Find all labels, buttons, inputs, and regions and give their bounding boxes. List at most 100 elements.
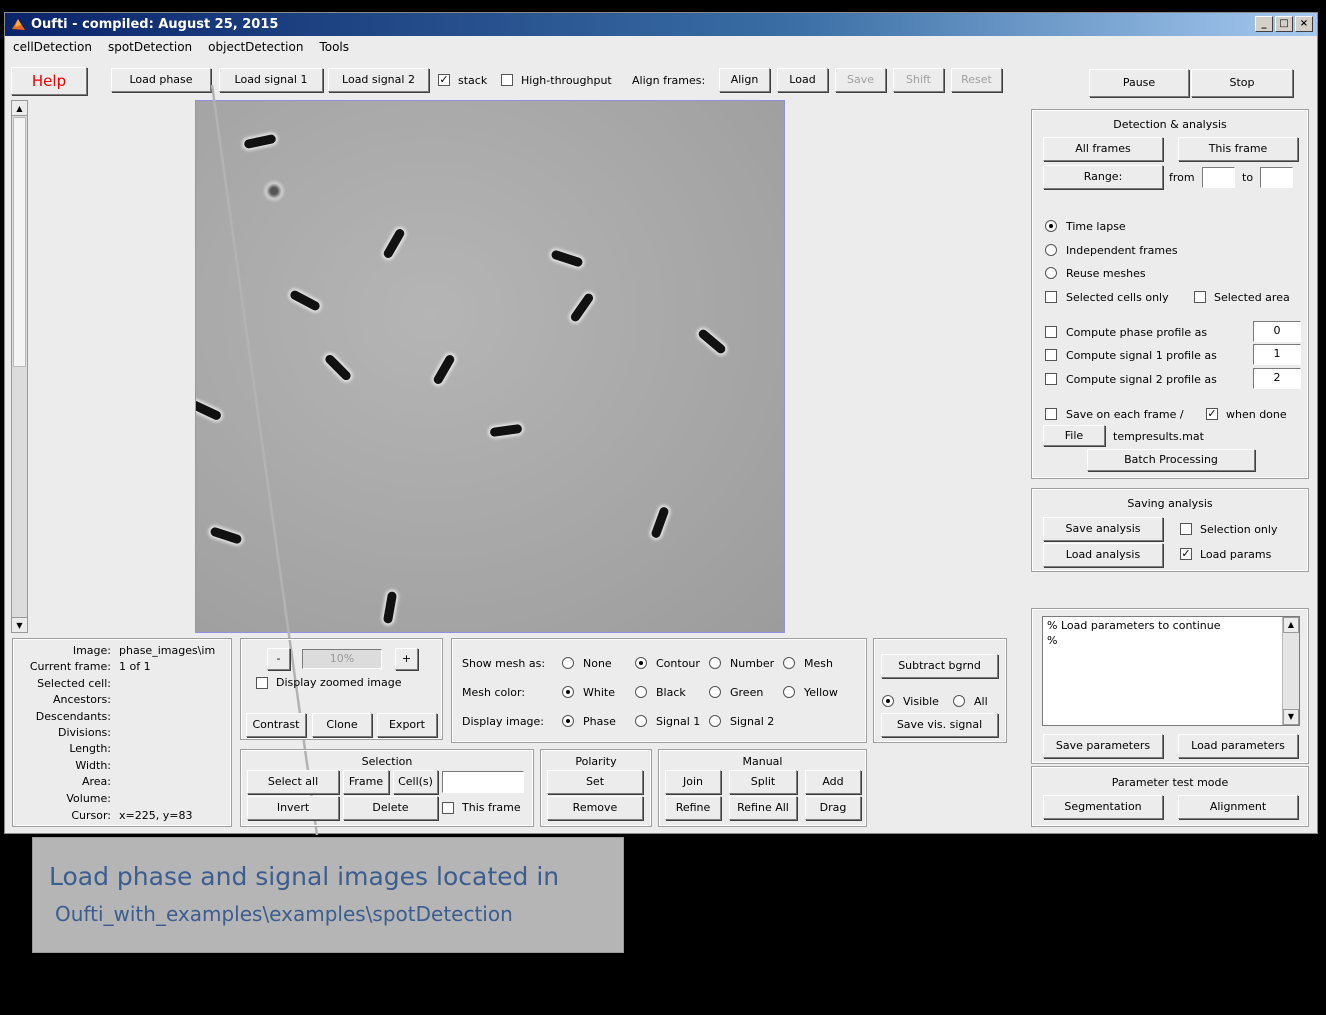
range-to-input[interactable] — [1260, 167, 1293, 188]
cursor-value: x=225, y=83 — [119, 809, 193, 822]
signal1-profile-checkbox[interactable] — [1045, 349, 1057, 361]
drag-button[interactable]: Drag — [805, 796, 861, 820]
polarity-remove-button[interactable]: Remove — [547, 796, 643, 820]
when-done-label: when done — [1226, 408, 1287, 421]
load-params-label: Load params — [1200, 548, 1272, 561]
time-lapse-radio[interactable] — [1045, 220, 1057, 232]
this-frame-checkbox[interactable] — [442, 802, 454, 814]
show-mesh-label: Show mesh as: — [462, 657, 546, 670]
polarity-set-button[interactable]: Set — [547, 770, 643, 794]
cells-button[interactable]: Cell(s) — [393, 770, 438, 794]
width-label: Width: — [75, 759, 111, 772]
when-done-checkbox[interactable]: ✓ — [1206, 408, 1218, 420]
display-image-label: Display image: — [462, 715, 545, 728]
image-value: phase_images\im — [119, 644, 216, 657]
visible-radio[interactable] — [882, 695, 894, 707]
mesh-contour-label: Contour — [656, 657, 700, 670]
save-vis-signal-button[interactable]: Save vis. signal — [881, 713, 998, 737]
add-button[interactable]: Add — [805, 770, 861, 794]
load-params-checkbox[interactable]: ✓ — [1180, 548, 1192, 560]
phase-profile-checkbox[interactable] — [1045, 326, 1057, 338]
this-frame-label: This frame — [462, 801, 521, 814]
zoom-level-field[interactable]: 10% — [302, 649, 382, 669]
this-frame-button[interactable]: This frame — [1178, 137, 1298, 161]
mesh-number-radio[interactable] — [709, 657, 721, 669]
display-phase-radio[interactable] — [562, 715, 574, 727]
color-black-radio[interactable] — [635, 686, 647, 698]
independent-frames-label: Independent frames — [1066, 244, 1178, 257]
all-frames-button[interactable]: All frames — [1043, 137, 1163, 161]
selected-area-label: Selected area — [1214, 291, 1290, 304]
join-button[interactable]: Join — [665, 770, 721, 794]
subtract-bgrnd-button[interactable]: Subtract bgrnd — [881, 654, 998, 678]
display-signal2-radio[interactable] — [709, 715, 721, 727]
color-black-label: Black — [656, 686, 686, 699]
signal1-profile-input[interactable]: 1 — [1253, 344, 1301, 365]
reuse-meshes-label: Reuse meshes — [1066, 267, 1146, 280]
save-parameters-button[interactable]: Save parameters — [1043, 734, 1163, 758]
range-from-input[interactable] — [1202, 167, 1235, 188]
color-green-radio[interactable] — [709, 686, 721, 698]
load-parameters-button[interactable]: Load parameters — [1178, 734, 1298, 758]
batch-processing-button[interactable]: Batch Processing — [1087, 449, 1255, 471]
refine-all-button[interactable]: Refine All — [729, 796, 797, 820]
current-frame-label: Current frame: — [29, 660, 111, 673]
params-line2: % — [1047, 634, 1058, 647]
save-each-frame-checkbox[interactable] — [1045, 408, 1057, 420]
parameters-textarea[interactable]: % Load parameters to continue % ▲ ▼ — [1042, 616, 1300, 726]
color-white-label: White — [583, 686, 615, 699]
scroll-down-icon[interactable]: ▼ — [1283, 709, 1299, 725]
signal2-profile-checkbox[interactable] — [1045, 373, 1057, 385]
file-button[interactable]: File — [1043, 425, 1105, 446]
select-all-button[interactable]: Select all — [247, 770, 339, 794]
contrast-button[interactable]: Contrast — [246, 713, 306, 737]
mesh-number-label: Number — [730, 657, 775, 670]
refine-button[interactable]: Refine — [665, 796, 721, 820]
alignment-button[interactable]: Alignment — [1178, 795, 1298, 819]
volume-label: Volume: — [66, 792, 111, 805]
mesh-mesh-radio[interactable] — [783, 657, 795, 669]
mesh-color-label: Mesh color: — [462, 686, 526, 699]
selected-area-checkbox[interactable] — [1194, 291, 1206, 303]
cells-input[interactable] — [442, 771, 524, 793]
clone-button[interactable]: Clone — [312, 713, 372, 737]
zoom-out-button[interactable]: - — [267, 648, 290, 670]
independent-frames-radio[interactable] — [1045, 244, 1057, 256]
descendants-label: Descendants: — [35, 710, 111, 723]
save-analysis-button[interactable]: Save analysis — [1043, 517, 1163, 541]
display-signal1-radio[interactable] — [635, 715, 647, 727]
color-white-radio[interactable] — [562, 686, 574, 698]
mesh-none-radio[interactable] — [562, 657, 574, 669]
display-zoomed-label: Display zoomed image — [276, 676, 402, 689]
invert-button[interactable]: Invert — [247, 796, 339, 820]
load-analysis-button[interactable]: Load analysis — [1043, 543, 1163, 567]
delete-button[interactable]: Delete — [343, 796, 438, 820]
segmentation-button[interactable]: Segmentation — [1043, 795, 1163, 819]
export-button[interactable]: Export — [377, 713, 437, 737]
length-label: Length: — [69, 742, 111, 755]
all-radio[interactable] — [953, 695, 965, 707]
save-each-frame-label: Save on each frame / — [1066, 408, 1184, 421]
selection-only-checkbox[interactable] — [1180, 523, 1192, 535]
scroll-up-icon[interactable]: ▲ — [1283, 617, 1299, 633]
area-label: Area: — [81, 775, 111, 788]
range-button[interactable]: Range: — [1043, 165, 1163, 189]
signal2-profile-input[interactable]: 2 — [1253, 368, 1301, 389]
ancestors-label: Ancestors: — [52, 693, 111, 706]
reuse-meshes-radio[interactable] — [1045, 267, 1057, 279]
split-button[interactable]: Split — [729, 770, 797, 794]
frame-button[interactable]: Frame — [343, 770, 389, 794]
params-scrollbar[interactable]: ▲ ▼ — [1282, 617, 1299, 725]
visible-label: Visible — [903, 695, 939, 708]
oufti-window: Oufti - compiled: August 25, 2015 _ □ × … — [4, 12, 1318, 835]
color-yellow-radio[interactable] — [783, 686, 795, 698]
signal2-profile-label: Compute signal 2 profile as — [1066, 373, 1217, 386]
signal1-profile-label: Compute signal 1 profile as — [1066, 349, 1217, 362]
mesh-mesh-label: Mesh — [804, 657, 833, 670]
phase-profile-input[interactable]: 0 — [1253, 321, 1301, 342]
mesh-contour-radio[interactable] — [635, 657, 647, 669]
selected-cells-label: Selected cells only — [1066, 291, 1169, 304]
display-zoomed-checkbox[interactable] — [256, 677, 268, 689]
selected-cells-checkbox[interactable] — [1045, 291, 1057, 303]
zoom-in-button[interactable]: + — [395, 648, 418, 670]
